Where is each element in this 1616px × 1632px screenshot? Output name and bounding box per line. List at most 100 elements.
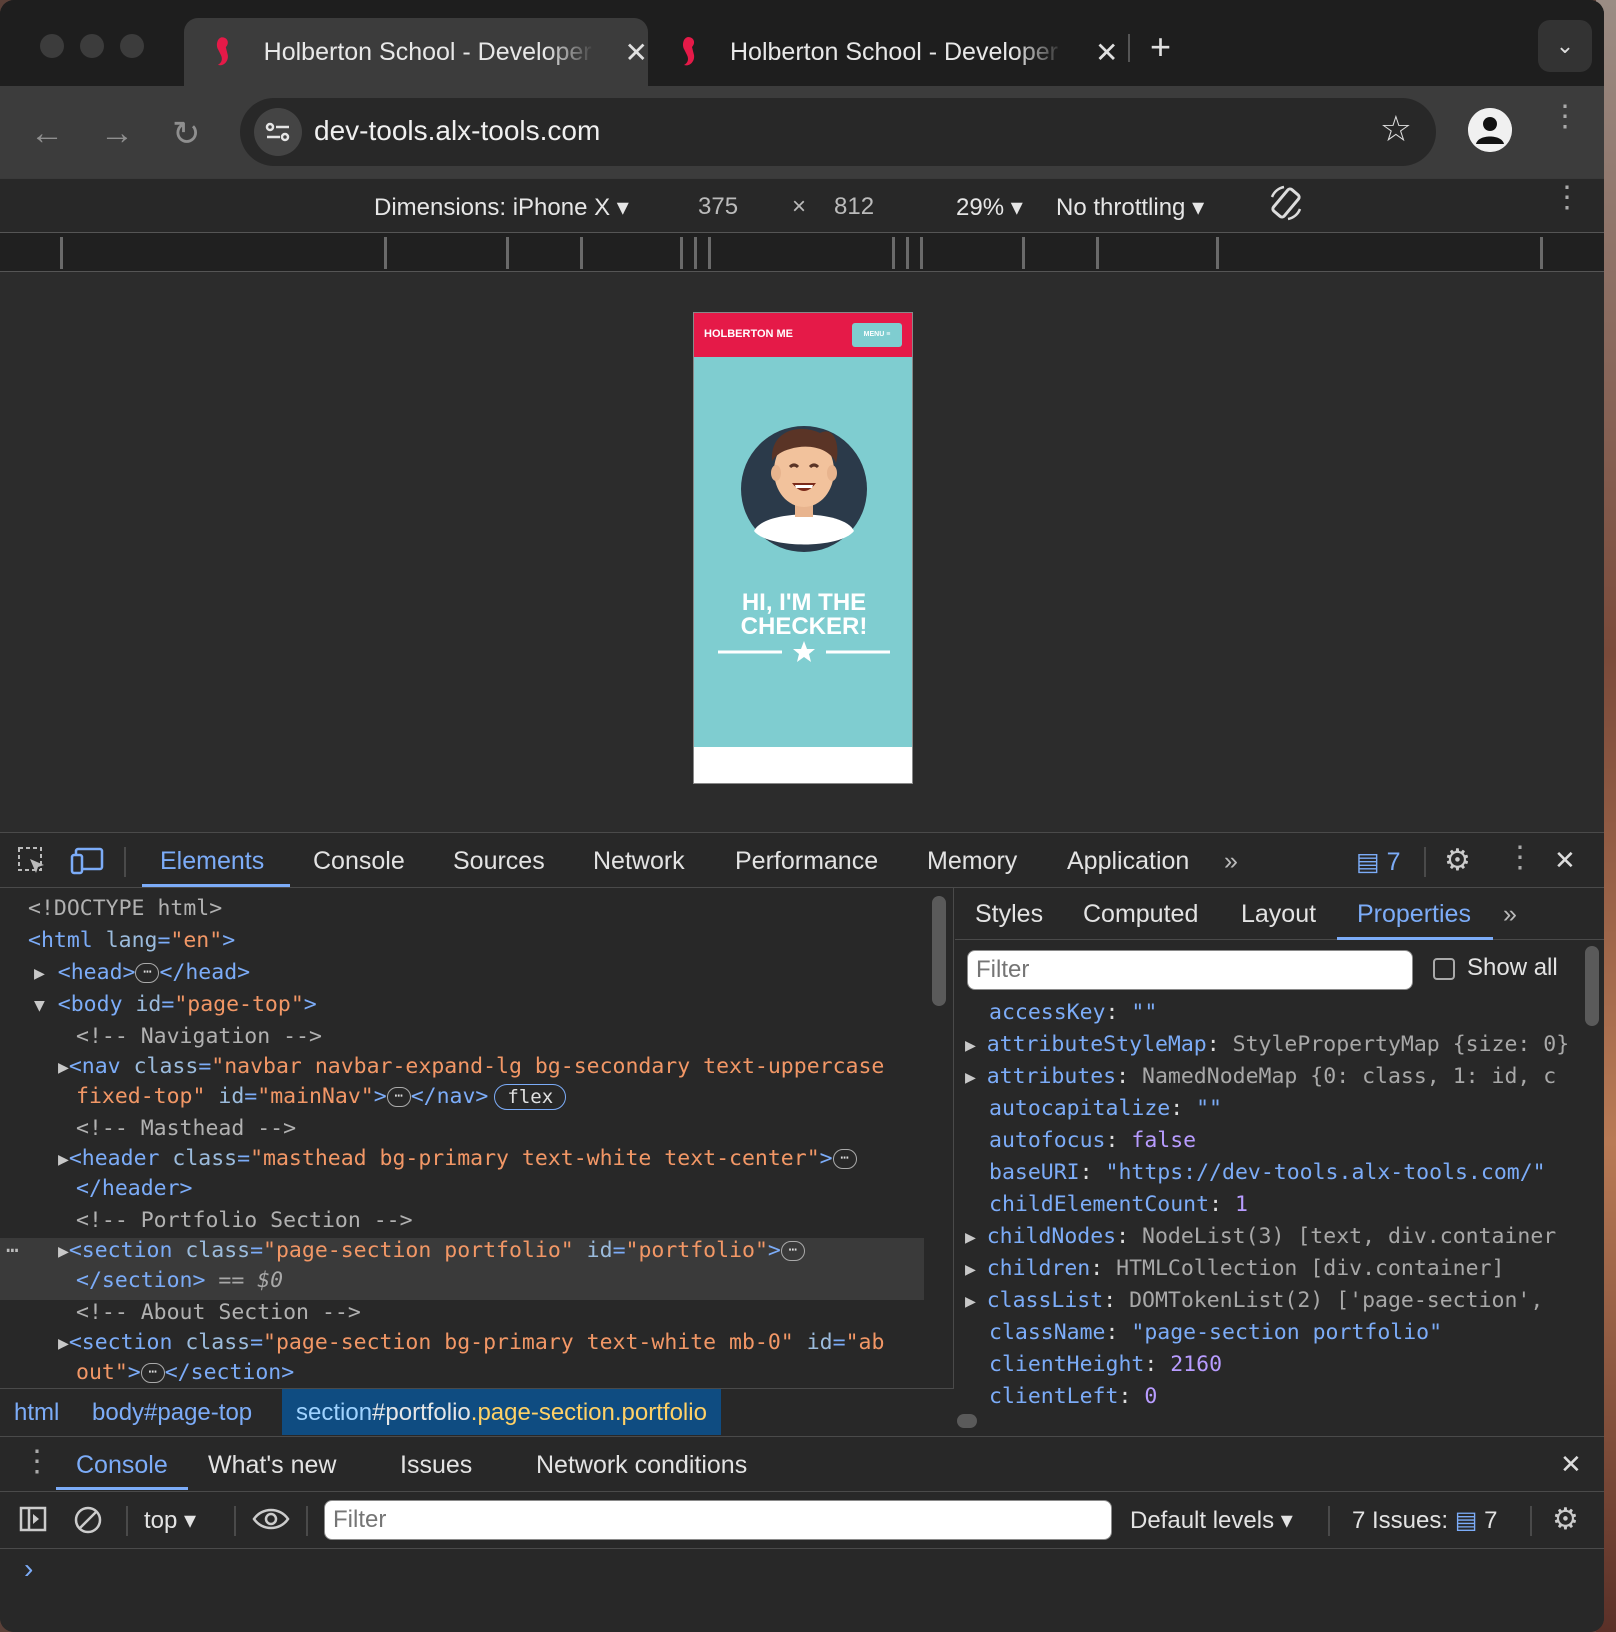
tab-search-button[interactable]: ⌄ xyxy=(1538,20,1592,72)
property-row[interactable]: autocapitalize: "" xyxy=(989,1096,1222,1121)
inspect-element-icon[interactable] xyxy=(16,845,48,882)
height-input[interactable]: 812 xyxy=(834,193,874,221)
issues-counter[interactable]: ▤ 7 xyxy=(1356,847,1400,877)
tab-properties[interactable]: Properties xyxy=(1357,900,1471,929)
breadcrumb-selected-section[interactable]: section#portfolio.page-section.portfolio xyxy=(282,1389,721,1435)
tab-console[interactable]: Console xyxy=(313,847,405,876)
tab-network[interactable]: Network xyxy=(593,847,685,876)
tab-computed[interactable]: Computed xyxy=(1083,900,1198,929)
phone-menu-button[interactable]: MENU ≡ xyxy=(852,323,902,347)
new-tab-button[interactable]: + xyxy=(1150,26,1171,68)
maximize-window-button[interactable] xyxy=(120,34,144,58)
drawer-tab-network-conditions[interactable]: Network conditions xyxy=(536,1451,747,1480)
tab-styles[interactable]: Styles xyxy=(975,900,1043,929)
browser-tab[interactable]: Holberton School - Developer ✕ xyxy=(660,18,1124,86)
elements-scrollbar[interactable] xyxy=(932,896,946,1006)
dom-section-close[interactable]: </section> == $0 xyxy=(76,1268,283,1293)
minimize-window-button[interactable] xyxy=(80,34,104,58)
dom-nav[interactable]: ▶<nav class="navbar navbar-expand-lg bg-… xyxy=(58,1054,884,1079)
live-expression-eye-icon[interactable] xyxy=(252,1504,290,1539)
close-devtools-icon[interactable]: ✕ xyxy=(1554,845,1576,876)
property-row[interactable]: className: "page-section portfolio" xyxy=(989,1320,1442,1345)
devtools-menu-icon[interactable]: ⋮ xyxy=(1505,843,1535,873)
dom-header[interactable]: ▶<header class="masthead bg-primary text… xyxy=(58,1146,857,1171)
phone-brand[interactable]: HOLBERTON ME xyxy=(704,328,793,340)
expand-ellipsis-button[interactable]: ⋯ xyxy=(832,1149,857,1169)
site-settings-icon[interactable] xyxy=(254,108,302,156)
issues-link[interactable]: 7 Issues: ▤ 7 xyxy=(1352,1506,1497,1535)
tab-elements[interactable]: Elements xyxy=(160,847,264,876)
dom-section-about-cont[interactable]: out"> ⋯ </section> xyxy=(76,1360,294,1385)
rotate-icon[interactable] xyxy=(1266,183,1306,230)
properties-filter-input[interactable] xyxy=(967,950,1413,990)
breadcrumb-body[interactable]: body#page-top xyxy=(92,1399,252,1427)
default-levels-select[interactable]: Default levels ▾ xyxy=(1130,1506,1293,1535)
back-button[interactable]: ← xyxy=(30,114,64,153)
flex-badge[interactable]: flex xyxy=(494,1084,567,1110)
more-tabs-icon[interactable]: » xyxy=(1224,847,1238,876)
emulated-phone-screen[interactable]: HOLBERTON ME MENU ≡ HI, I'M THE CHECKER! xyxy=(693,312,913,784)
properties-hscroll[interactable] xyxy=(957,1414,977,1428)
sidebar-toggle-icon[interactable] xyxy=(18,1504,48,1539)
forward-button[interactable]: → xyxy=(100,114,134,153)
dom-section-about[interactable]: ▶<section class="page-section bg-primary… xyxy=(58,1330,884,1355)
property-row[interactable]: ▶ attributes: NamedNodeMap {0: class, 1:… xyxy=(965,1064,1556,1089)
context-select[interactable]: top ▾ xyxy=(144,1506,196,1535)
width-input[interactable]: 375 xyxy=(698,193,738,221)
tab-performance[interactable]: Performance xyxy=(735,847,878,876)
reload-button[interactable]: ↻ xyxy=(172,114,201,154)
property-row[interactable]: clientLeft: 0 xyxy=(989,1384,1157,1406)
drawer-tab-console[interactable]: Console xyxy=(76,1451,168,1480)
properties-scrollbar[interactable] xyxy=(1585,946,1599,1026)
dimensions-select[interactable]: Dimensions: iPhone X ▾ xyxy=(374,193,629,222)
dom-header-close[interactable]: </header> xyxy=(76,1176,193,1201)
property-row[interactable]: clientHeight: 2160 xyxy=(989,1352,1222,1377)
breadcrumb-html[interactable]: html xyxy=(14,1399,59,1427)
more-sidebar-tabs-icon[interactable]: » xyxy=(1503,900,1517,929)
browser-tab-active[interactable]: Holberton School - Developer ✕ xyxy=(184,18,648,86)
clear-console-icon[interactable] xyxy=(72,1504,104,1541)
device-toggle-icon[interactable] xyxy=(70,845,106,882)
drawer-tab-issues[interactable]: Issues xyxy=(400,1451,472,1480)
close-tab-icon[interactable]: ✕ xyxy=(625,36,648,69)
expand-ellipsis-button[interactable]: ⋯ xyxy=(780,1241,805,1261)
dom-head[interactable]: ▶ <head> ⋯ </head> xyxy=(34,960,250,985)
dom-node-actions-icon[interactable]: ⋯ xyxy=(6,1238,19,1263)
tab-sources[interactable]: Sources xyxy=(453,847,545,876)
close-drawer-icon[interactable]: ✕ xyxy=(1560,1449,1582,1480)
dom-section-portfolio[interactable]: ▶<section class="page-section portfolio"… xyxy=(58,1238,805,1263)
device-toolbar-menu-icon[interactable]: ⋮ xyxy=(1552,183,1582,213)
dom-nav-cont[interactable]: fixed-top" id="mainNav"> ⋯ </nav> flex xyxy=(76,1084,567,1110)
property-row[interactable]: ▶ children: HTMLCollection [div.containe… xyxy=(965,1256,1504,1281)
console-filter-input[interactable] xyxy=(324,1500,1112,1540)
property-row[interactable]: ▶ childNodes: NodeList(3) [text, div.con… xyxy=(965,1224,1556,1249)
console-prompt[interactable]: › xyxy=(24,1553,33,1585)
tab-memory[interactable]: Memory xyxy=(927,847,1017,876)
throttling-select[interactable]: No throttling ▾ xyxy=(1056,193,1204,222)
property-row[interactable]: ▶ attributeStyleMap: StylePropertyMap {s… xyxy=(965,1032,1569,1057)
expand-ellipsis-button[interactable]: ⋯ xyxy=(135,963,160,983)
console-settings-gear-icon[interactable]: ⚙ xyxy=(1552,1502,1579,1537)
address-bar[interactable]: dev-tools.alx-tools.com ☆ xyxy=(240,98,1436,166)
expand-ellipsis-button[interactable]: ⋯ xyxy=(140,1363,165,1383)
media-query-ruler[interactable] xyxy=(0,232,1604,272)
zoom-select[interactable]: 29% ▾ xyxy=(956,193,1023,222)
profile-avatar[interactable] xyxy=(1468,108,1512,152)
property-row[interactable]: accessKey: "" xyxy=(989,1000,1157,1025)
tab-layout[interactable]: Layout xyxy=(1241,900,1316,929)
show-all-checkbox[interactable] xyxy=(1433,958,1455,980)
browser-menu-icon[interactable]: ⋮ xyxy=(1550,102,1580,132)
property-row[interactable]: ▶ classList: DOMTokenList(2) ['page-sect… xyxy=(965,1288,1543,1313)
tab-application[interactable]: Application xyxy=(1067,847,1189,876)
bookmark-star-icon[interactable]: ☆ xyxy=(1380,108,1412,150)
drawer-tab-whats-new[interactable]: What's new xyxy=(208,1451,336,1480)
settings-gear-icon[interactable]: ⚙ xyxy=(1444,843,1471,878)
close-tab-icon[interactable]: ✕ xyxy=(1095,36,1118,69)
property-row[interactable]: childElementCount: 1 xyxy=(989,1192,1248,1217)
close-window-button[interactable] xyxy=(40,34,64,58)
drawer-menu-icon[interactable]: ⋮ xyxy=(22,1447,52,1477)
property-row[interactable]: autofocus: false xyxy=(989,1128,1196,1153)
property-row[interactable]: baseURI: "https://dev-tools.alx-tools.co… xyxy=(989,1160,1546,1185)
dom-html[interactable]: <html lang="en"> xyxy=(28,928,235,953)
expand-ellipsis-button[interactable]: ⋯ xyxy=(386,1087,411,1107)
